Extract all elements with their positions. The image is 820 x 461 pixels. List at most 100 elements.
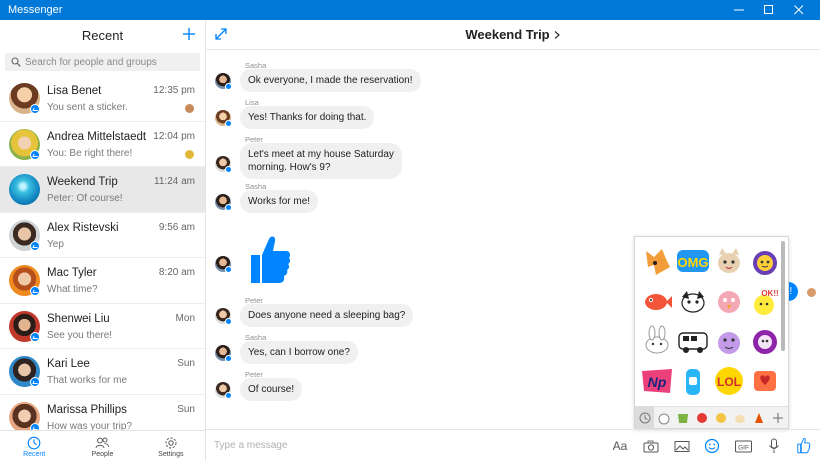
conversation-item[interactable]: Kari Lee Sun That works for me bbox=[0, 349, 205, 395]
new-message-button[interactable] bbox=[181, 26, 197, 42]
minimize-button[interactable] bbox=[724, 0, 754, 20]
conversation-time: Mon bbox=[175, 312, 195, 324]
maximize-button[interactable] bbox=[754, 0, 784, 20]
message-bubble[interactable]: Yes! Thanks for doing that. bbox=[240, 106, 375, 129]
conversation-snippet: That works for me bbox=[47, 375, 128, 386]
sticker-omg[interactable]: OMG bbox=[675, 241, 711, 281]
sticker-lol[interactable]: LOL bbox=[711, 361, 747, 401]
sticker-np-text: Np bbox=[648, 374, 667, 390]
conversation-item[interactable]: Shenwei Liu Mon See you there! bbox=[0, 304, 205, 349]
chat-pane: Weekend Trip Sasha Ok everyone, I made t… bbox=[206, 20, 820, 461]
messenger-badge-icon bbox=[30, 377, 40, 387]
sticker-ok-chick[interactable]: OK!! bbox=[747, 281, 783, 321]
search-bar[interactable] bbox=[5, 53, 200, 71]
message-line: morning. How's 9? bbox=[248, 162, 331, 173]
messenger-badge-icon bbox=[30, 240, 40, 251]
conversation-name: Kari Lee bbox=[47, 358, 90, 370]
message-bubble[interactable]: Does anyone need a sleeping bag? bbox=[240, 304, 414, 327]
conversation-pane: Recent Lisa Benet 12:35 pm You sent a st… bbox=[0, 20, 206, 461]
message-line: Let's meet at my house Saturday bbox=[248, 149, 394, 160]
conversation-time: 9:56 am bbox=[158, 221, 195, 233]
messenger-badge-icon bbox=[30, 286, 40, 296]
sticker-fox-icon[interactable] bbox=[639, 241, 675, 281]
sticker-tab-pack-2[interactable] bbox=[673, 407, 692, 429]
messenger-badge-icon bbox=[225, 204, 232, 211]
sticker-np[interactable]: Np bbox=[639, 361, 675, 401]
photo-button[interactable] bbox=[673, 438, 691, 454]
sticker-cat-icon[interactable] bbox=[711, 241, 747, 281]
conversation-item[interactable]: Andrea Mittelstaedt 12:04 pm You: Be rig… bbox=[0, 122, 205, 167]
conversation-name: Shenwei Liu bbox=[47, 312, 110, 325]
expand-icon bbox=[215, 28, 227, 40]
expand-button[interactable] bbox=[214, 27, 228, 46]
conversation-time: 12:35 pm bbox=[153, 85, 195, 96]
conversation-name: Alex Ristevski bbox=[47, 221, 119, 234]
message-bubble[interactable]: Works for me! bbox=[240, 190, 319, 213]
clock-icon bbox=[27, 436, 41, 450]
sticker-fish-icon[interactable] bbox=[639, 281, 675, 321]
conversation-item[interactable]: Lisa Benet 12:35 pm You sent a sticker. bbox=[0, 76, 205, 122]
search-input[interactable] bbox=[25, 56, 195, 68]
sticker-store-button[interactable] bbox=[769, 407, 788, 429]
sticker-lion-icon[interactable] bbox=[747, 241, 783, 281]
sticker-bird-icon[interactable] bbox=[711, 281, 747, 321]
left-title: Recent bbox=[81, 27, 124, 43]
messenger-badge-icon bbox=[225, 318, 232, 325]
maximize-icon bbox=[764, 5, 773, 14]
sticker-bunny-icon[interactable] bbox=[639, 321, 675, 361]
sticker-pack-icon bbox=[696, 412, 707, 423]
close-icon bbox=[794, 5, 804, 15]
gif-label: GIF bbox=[738, 444, 749, 451]
nav-settings[interactable]: Settings bbox=[137, 431, 205, 461]
sticker-heart-face-icon[interactable] bbox=[747, 361, 783, 401]
thumbs-up-sticker-icon[interactable] bbox=[251, 235, 291, 287]
like-button[interactable] bbox=[795, 438, 813, 454]
gif-button[interactable]: GIF bbox=[734, 438, 752, 454]
conversation-item-selected[interactable]: Weekend Trip 11:24 am Peter: Of course! bbox=[0, 167, 205, 213]
message-list: Sasha Ok everyone, I made the reservatio… bbox=[206, 51, 820, 429]
camera-icon bbox=[643, 440, 659, 452]
conversation-snippet: You sent a sticker. bbox=[47, 102, 128, 113]
message-input[interactable] bbox=[214, 440, 594, 451]
voice-button[interactable] bbox=[765, 438, 783, 454]
thumbs-up-icon bbox=[797, 438, 811, 454]
sticker-purple-cat-icon[interactable] bbox=[747, 321, 783, 361]
message-bubble[interactable]: Let's meet at my house Saturday morning.… bbox=[240, 143, 402, 179]
sticker-pack-icon bbox=[716, 412, 727, 423]
message-bubble[interactable]: Of course! bbox=[240, 378, 303, 401]
conversation-item[interactable]: Mac Tyler 8:20 am What time? bbox=[0, 258, 205, 304]
sticker-tab-pack-6[interactable] bbox=[750, 407, 769, 429]
messenger-badge-icon bbox=[225, 83, 232, 90]
chat-title-button[interactable]: Weekend Trip bbox=[465, 27, 560, 42]
text-format-button[interactable]: Aa bbox=[611, 438, 629, 454]
sticker-tab-pack-5[interactable] bbox=[731, 407, 750, 429]
sticker-tab-pack-3[interactable] bbox=[692, 407, 711, 429]
message-bubble[interactable]: Ok everyone, I made the reservation! bbox=[240, 69, 421, 92]
sticker-ok-text: OK!! bbox=[761, 289, 778, 298]
message-bubble[interactable]: Yes, can I borrow one? bbox=[240, 341, 358, 364]
sticker-dog-icon[interactable] bbox=[675, 281, 711, 321]
seen-avatar bbox=[807, 288, 816, 297]
plus-icon bbox=[773, 412, 784, 423]
close-window-button[interactable] bbox=[784, 0, 814, 20]
sticker-bus-icon[interactable] bbox=[675, 321, 711, 361]
nav-people[interactable]: People bbox=[68, 431, 136, 461]
sticker-blob-icon[interactable] bbox=[711, 321, 747, 361]
camera-button[interactable] bbox=[642, 438, 660, 454]
messenger-badge-icon bbox=[225, 120, 232, 127]
sticker-tab-pack-1[interactable] bbox=[654, 407, 673, 429]
conversation-item[interactable]: Alex Ristevski 9:56 am Yep bbox=[0, 213, 205, 258]
sticker-lol-text: LOL bbox=[717, 375, 741, 389]
messenger-app: Messenger Recent Lisa Benet bbox=[0, 0, 820, 461]
sticker-tab-recent[interactable] bbox=[635, 406, 655, 429]
nav-recent[interactable]: Recent bbox=[0, 431, 68, 461]
sticker-bottle-icon[interactable] bbox=[675, 361, 711, 401]
plus-icon bbox=[183, 28, 195, 40]
gear-icon bbox=[165, 437, 177, 449]
minimize-icon bbox=[734, 9, 744, 11]
gif-icon: GIF bbox=[734, 440, 752, 452]
sticker-button[interactable] bbox=[703, 438, 721, 454]
sticker-scrollbar[interactable] bbox=[781, 241, 785, 351]
conversation-snippet: Yep bbox=[47, 238, 64, 250]
sticker-tab-pack-4[interactable] bbox=[712, 407, 731, 429]
